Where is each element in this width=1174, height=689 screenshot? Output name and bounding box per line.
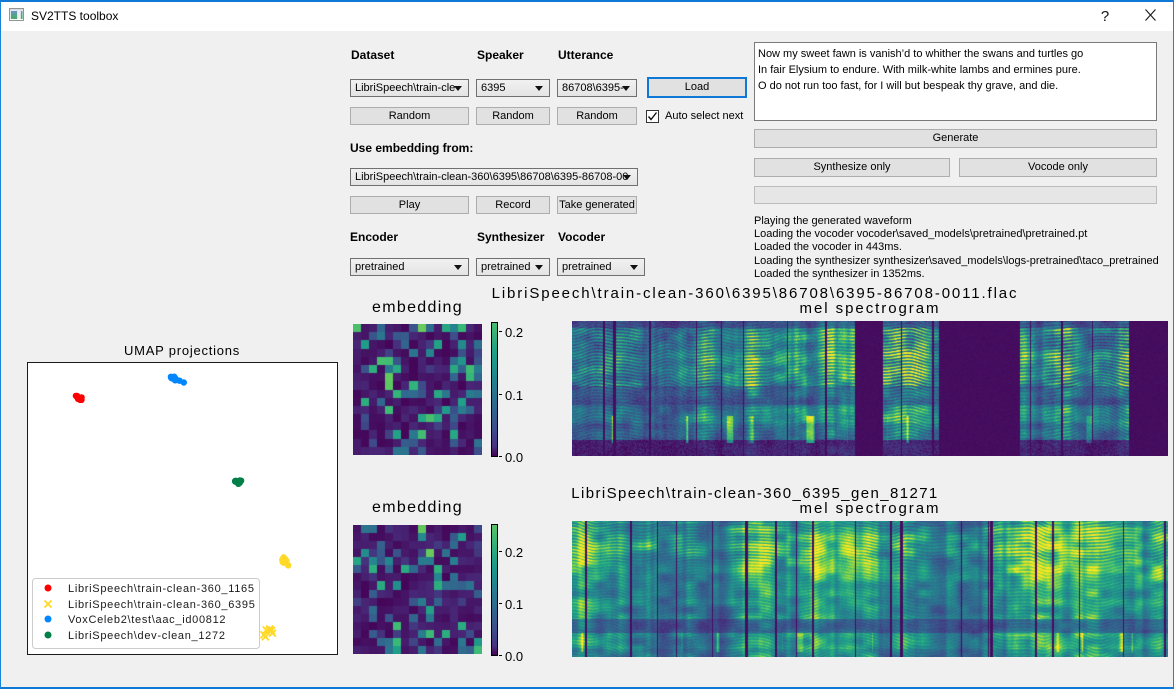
svg-text:LibriSpeech\train-clean-360_11: LibriSpeech\train-clean-360_1165	[68, 583, 255, 595]
svg-text:LibriSpeech\dev-clean_1272: LibriSpeech\dev-clean_1272	[68, 630, 226, 642]
svg-text:VoxCeleb2\test\aac_id00812: VoxCeleb2\test\aac_id00812	[68, 614, 226, 626]
svg-text:LibriSpeech\train-clean-360_63: LibriSpeech\train-clean-360_6395	[68, 599, 256, 611]
